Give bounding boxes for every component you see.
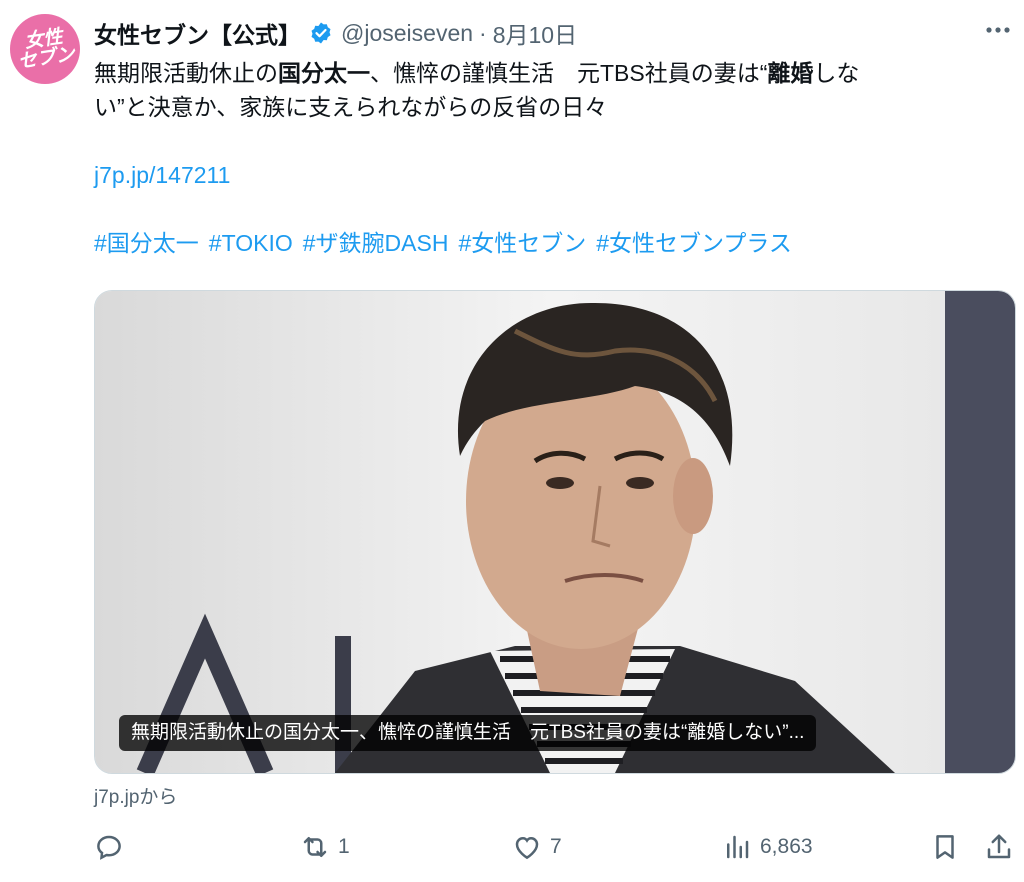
post-header: 女性セブン【公式】 @joseiseven · 8月10日 xyxy=(94,16,577,50)
hashtag[interactable]: #国分太一 xyxy=(94,230,199,256)
handle[interactable]: @joseiseven xyxy=(341,20,473,47)
hashtag[interactable]: #TOKIO xyxy=(209,230,293,256)
share-button[interactable] xyxy=(984,832,1014,862)
hashtag[interactable]: #ザ鉄腕DASH xyxy=(303,230,449,256)
action-bar: 1 7 6,863 xyxy=(94,832,1014,870)
bookmark-button[interactable] xyxy=(930,832,960,862)
post-text: 無期限活動休止の国分太一、憔悴の謹慎生活 元TBS社員の妻は“離婚しな い”と決… xyxy=(94,56,994,260)
post-link[interactable]: j7p.jp/147211 xyxy=(94,162,230,188)
views-count: 6,863 xyxy=(760,835,813,858)
like-count: 7 xyxy=(550,835,562,858)
card-source[interactable]: j7p.jpから xyxy=(94,782,177,809)
post-line-2: い”と決意か、家族に支えられながらの反省の日々 xyxy=(94,94,608,120)
reply-button[interactable] xyxy=(94,832,132,862)
card-caption: 無期限活動休止の国分太一、憔悴の謹慎生活 元TBS社員の妻は“離婚しない”... xyxy=(119,715,817,751)
hashtags: #国分太一 #TOKIO #ザ鉄腕DASH #女性セブン #女性セブンプラス xyxy=(94,226,994,260)
hashtag[interactable]: #女性セブンプラス xyxy=(596,230,792,256)
repost-icon xyxy=(303,837,327,857)
display-name[interactable]: 女性セブン【公式】 xyxy=(94,16,301,50)
like-button[interactable]: 7 xyxy=(512,832,562,862)
avatar[interactable]: 女性 セブン xyxy=(10,14,80,84)
card-photo xyxy=(95,291,1015,773)
post-date[interactable]: 8月10日 xyxy=(493,16,577,50)
reply-icon xyxy=(97,835,121,860)
avatar-logo-text: 女性 セブン xyxy=(16,25,77,73)
verified-badge-icon xyxy=(311,22,331,44)
post-line-1: 無期限活動休止の国分太一、憔悴の謹慎生活 元TBS社員の妻は“離婚しな xyxy=(94,60,860,86)
views-button[interactable]: 6,863 xyxy=(722,832,813,862)
link-card[interactable]: 無期限活動休止の国分太一、憔悴の謹慎生活 元TBS社員の妻は“離婚しない”... xyxy=(94,290,1016,774)
repost-button[interactable]: 1 xyxy=(300,832,350,862)
repost-count: 1 xyxy=(338,835,350,858)
share-icon xyxy=(987,834,1011,859)
like-icon xyxy=(515,836,539,860)
hashtag[interactable]: #女性セブン xyxy=(458,230,586,256)
more-icon[interactable] xyxy=(984,20,1012,40)
separator: · xyxy=(479,19,487,46)
views-icon xyxy=(727,835,749,859)
bookmark-icon xyxy=(936,835,954,859)
